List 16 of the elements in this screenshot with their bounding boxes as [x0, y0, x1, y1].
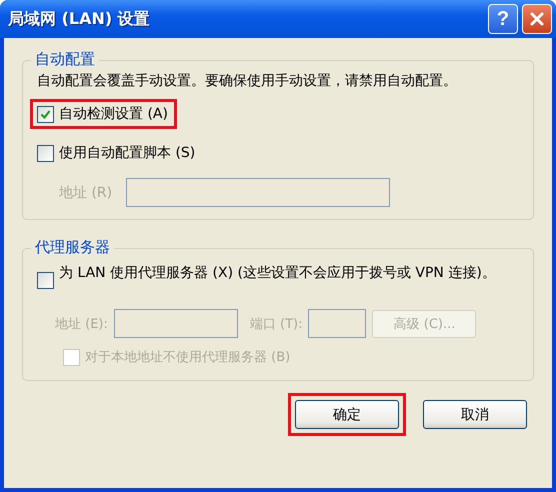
window-title: 局域网 (LAN) 设置	[8, 8, 150, 30]
cancel-button[interactable]: 取消	[423, 400, 527, 429]
port-label: 端口 (T):	[250, 316, 302, 332]
group-title: 自动配置	[31, 50, 99, 69]
group-title: 代理服务器	[31, 238, 114, 257]
close-button[interactable]	[522, 4, 552, 34]
description-text: 自动配置会覆盖手动设置。要确保使用手动设置，请禁用自动配置。	[37, 73, 458, 90]
checkbox-option[interactable]: 为 LAN 使用代理服务器 (X) (这些设置不会应用于拨号或 VPN 连接)。	[37, 265, 523, 289]
close-icon	[529, 11, 545, 27]
checkbox-option[interactable]: 使用自动配置脚本 (S)	[30, 138, 204, 168]
checkbox-option[interactable]: 自动检测设置 (A)	[30, 99, 177, 129]
address-label: 地址 (R)	[59, 184, 112, 202]
ok-button[interactable]: 确定	[295, 400, 399, 429]
address-label: 地址 (E):	[55, 316, 108, 332]
help-button[interactable]: ?	[488, 4, 518, 34]
check-icon	[40, 108, 51, 120]
